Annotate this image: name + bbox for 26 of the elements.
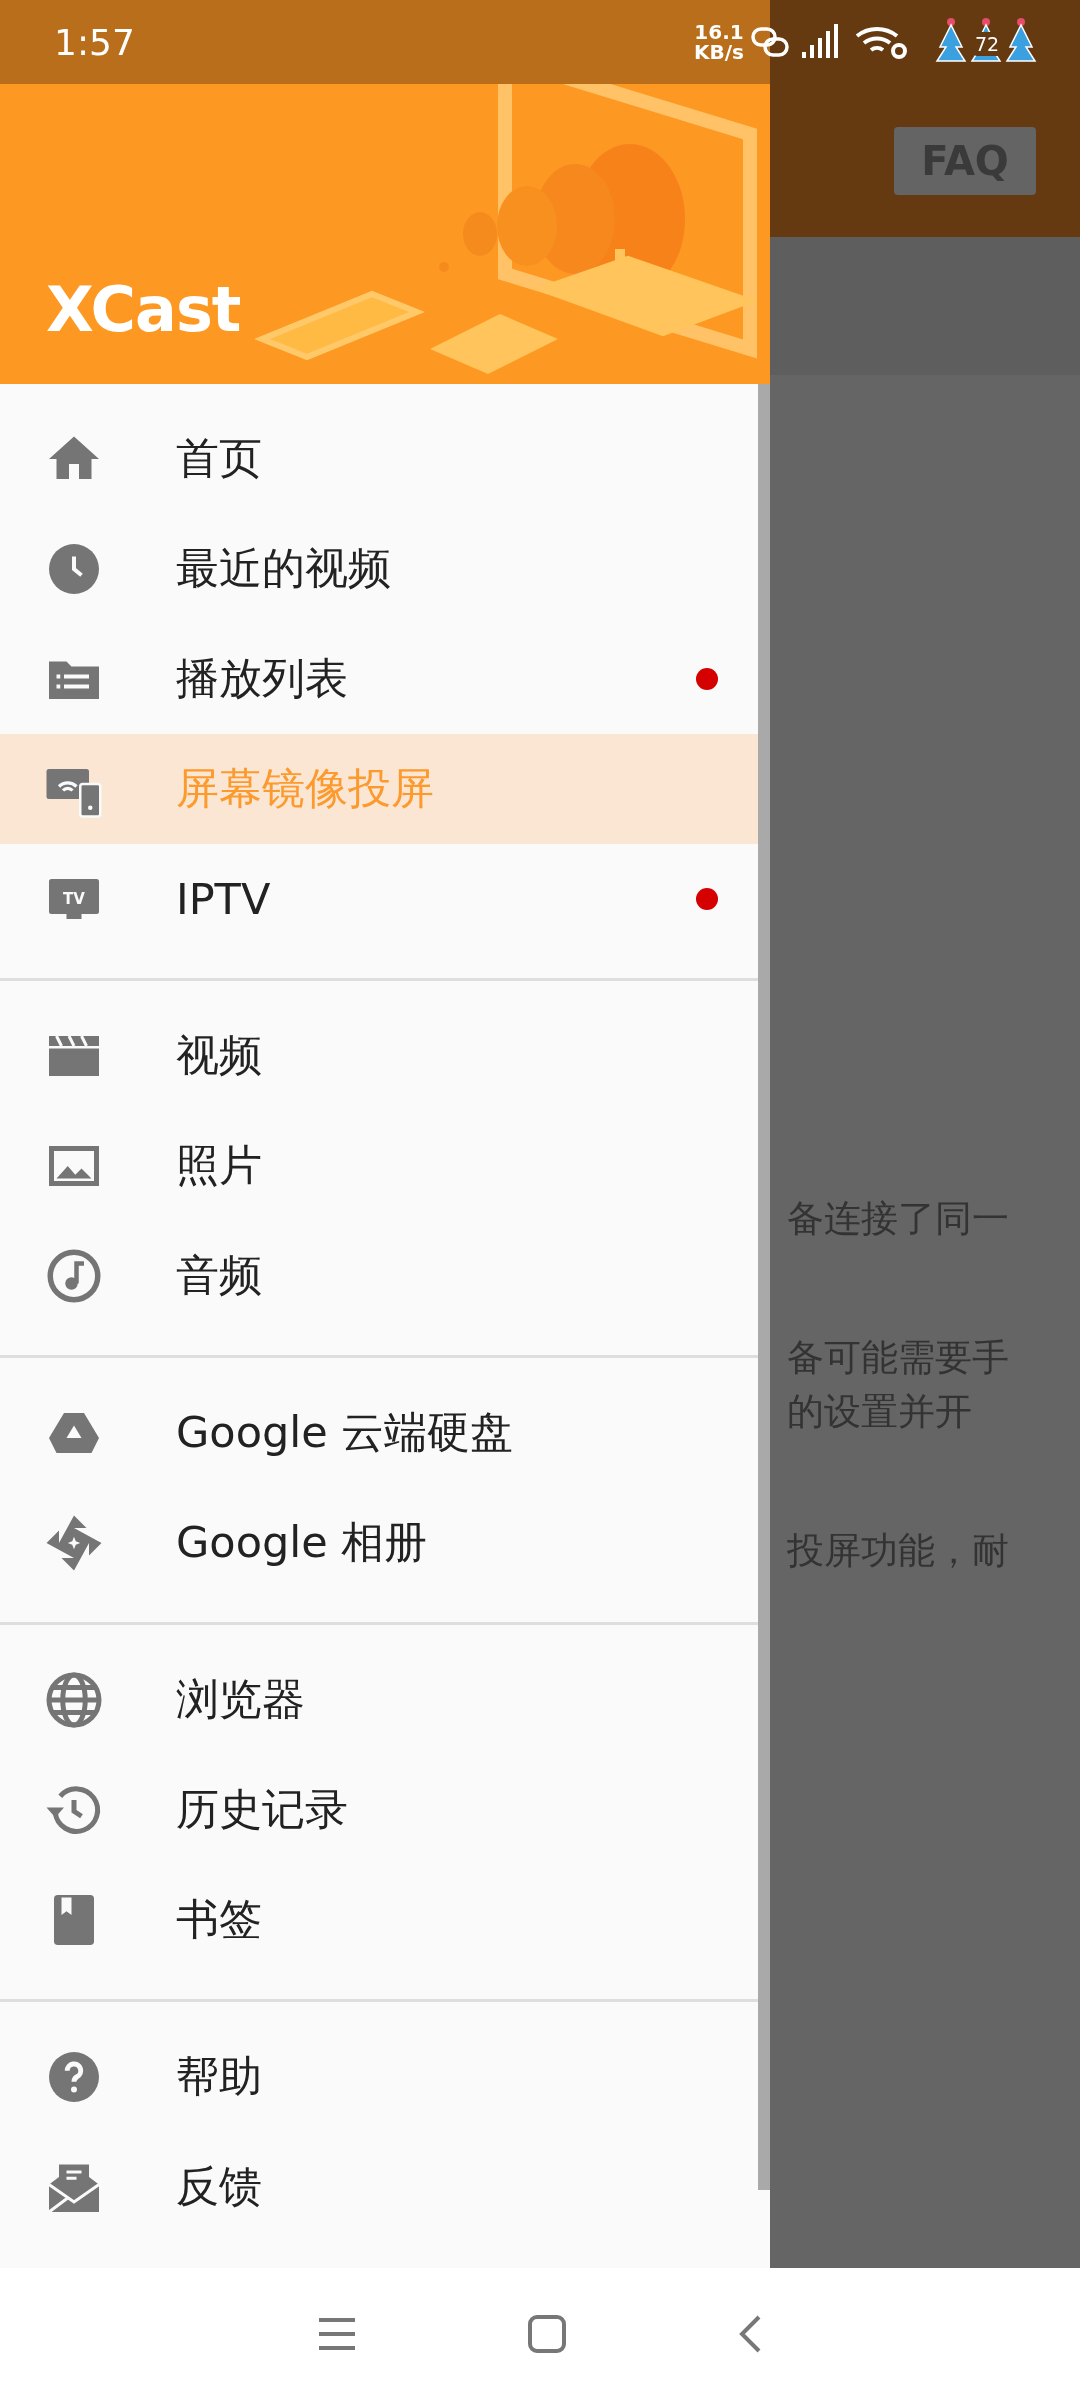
menu-item[interactable]: TV IPTV <box>0 844 758 954</box>
menu-item[interactable]: 浏览器 <box>0 1645 758 1755</box>
wifi-icon <box>854 24 910 60</box>
menu-item[interactable]: 播放列表 <box>0 624 758 734</box>
menu-item[interactable]: 反馈 <box>0 2132 758 2242</box>
home-square-icon[interactable] <box>527 2314 567 2354</box>
back-icon[interactable] <box>737 2314 763 2354</box>
menu-item[interactable]: 首页 <box>0 404 758 514</box>
menu-item[interactable]: 帮助 <box>0 2022 758 2132</box>
menu-item[interactable]: 历史记录 <box>0 1755 758 1865</box>
menu-item[interactable]: Google 相册 <box>0 1488 758 1598</box>
menu-item[interactable]: 音频 <box>0 1221 758 1331</box>
signal-icon <box>800 24 840 60</box>
menu-item[interactable]: 视频 <box>0 1001 758 1111</box>
app-logo: XCast <box>46 273 241 346</box>
status-time: 1:57 <box>54 21 135 63</box>
globe-icon <box>44 1670 104 1730</box>
menu-item[interactable]: Google 云端硬盘 <box>0 1378 758 1488</box>
menu-item[interactable]: 照片 <box>0 1111 758 1221</box>
menu-icon[interactable] <box>317 2316 357 2352</box>
network-speed: 16.1 <box>694 22 744 42</box>
link-icon <box>750 25 790 59</box>
menu-item[interactable]: 书签 <box>0 1865 758 1975</box>
menu-item[interactable]: 最近的视频 <box>0 514 758 624</box>
pinwheel-icon <box>44 1513 104 1573</box>
network-speed-unit: KB/s <box>694 42 744 62</box>
